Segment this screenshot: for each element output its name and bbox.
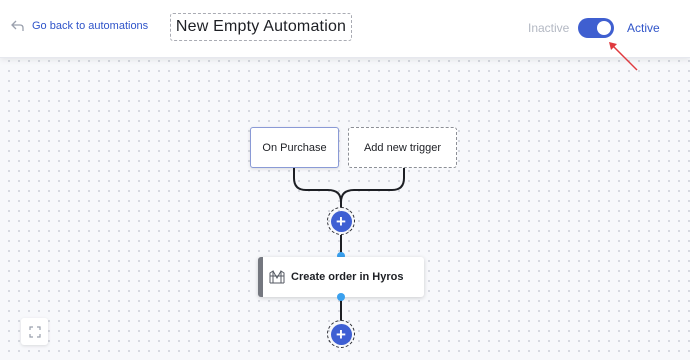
back-link-label: Go back to automations [32, 20, 149, 32]
active-label: Active [627, 21, 660, 35]
trigger-label: On Purchase [262, 141, 327, 154]
add-step-button[interactable]: + [327, 207, 355, 235]
plus-icon: + [330, 210, 352, 232]
action-label: Create order in Hyros [291, 271, 404, 283]
annotation-arrow-icon [609, 42, 638, 71]
back-arrow-icon [11, 20, 24, 31]
fit-view-button[interactable] [21, 318, 48, 345]
add-step-button-bottom[interactable]: + [327, 320, 355, 348]
inactive-label: Inactive [528, 21, 570, 35]
add-new-trigger-button[interactable]: Add new trigger [348, 127, 457, 168]
active-toggle[interactable] [578, 18, 614, 38]
connector-handle-bottom[interactable] [337, 293, 345, 301]
plus-icon: + [330, 323, 352, 345]
bridge-icon [269, 270, 285, 284]
automation-title-field[interactable]: New Empty Automation [170, 13, 352, 41]
trigger-on-purchase[interactable]: On Purchase [250, 127, 339, 168]
back-to-automations-link[interactable]: Go back to automations [11, 20, 148, 32]
fullscreen-icon [28, 325, 41, 338]
action-create-order-hyros[interactable]: Create order in Hyros [258, 257, 424, 297]
add-trigger-label: Add new trigger [363, 141, 442, 154]
top-bar: Go back to automations New Empty Automat… [0, 0, 690, 58]
automation-title: New Empty Automation [175, 18, 347, 35]
toggle-knob [597, 21, 611, 35]
